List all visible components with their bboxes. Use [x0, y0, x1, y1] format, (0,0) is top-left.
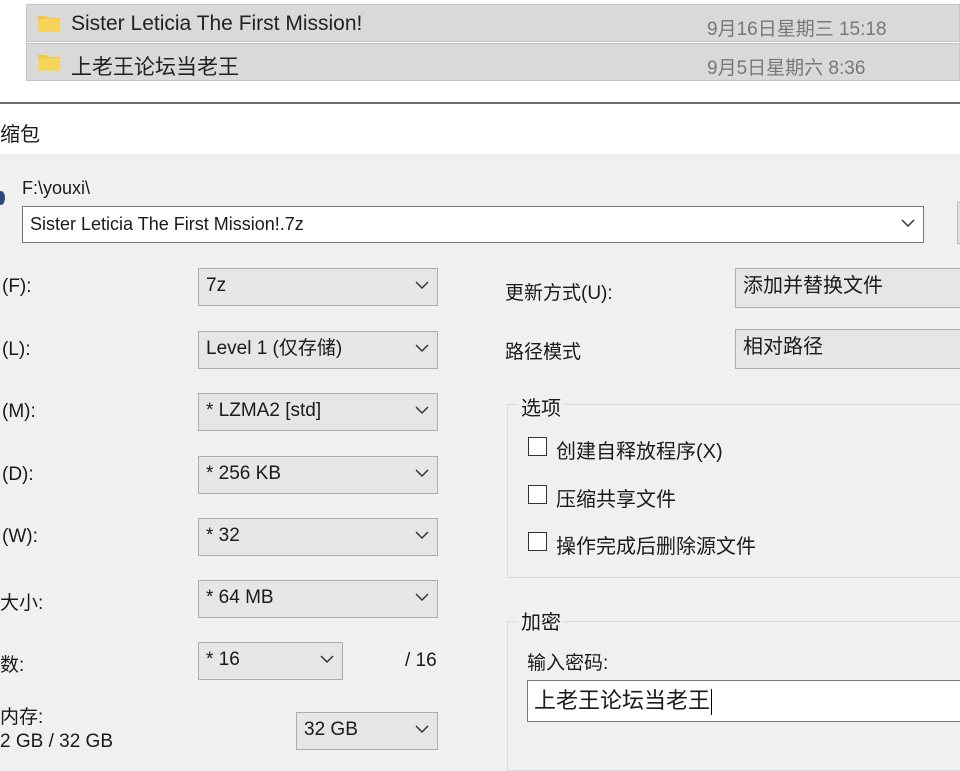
- chevron-down-icon[interactable]: [901, 219, 915, 228]
- file-list-item[interactable]: 上老王论坛当老王 9月5日星期六 8:36: [26, 43, 960, 81]
- folder-icon: [38, 14, 60, 32]
- threads-select[interactable]: * 16: [198, 642, 343, 680]
- text-caret: [711, 689, 713, 716]
- file-list: Sister Leticia The First Mission! 9月16日星…: [0, 0, 960, 102]
- update-mode-value: 添加并替换文件: [743, 275, 883, 297]
- folder-icon: [38, 53, 60, 71]
- dictionary-label: (D):: [2, 464, 34, 485]
- level-value: Level 1 (仅存储): [206, 338, 343, 359]
- format-value: 7z: [206, 275, 227, 296]
- shared-files-option-label: 压缩共享文件: [556, 489, 676, 511]
- memory-select[interactable]: 32 GB: [296, 712, 438, 750]
- chevron-down-icon[interactable]: [415, 406, 429, 415]
- solid-block-label: 大小:: [0, 593, 44, 614]
- chevron-down-icon[interactable]: [320, 655, 334, 664]
- options-group-title: 选项: [518, 392, 564, 421]
- chevron-down-icon[interactable]: [415, 281, 429, 290]
- memory-label: 内存:: [0, 707, 44, 728]
- chevron-down-icon[interactable]: [415, 725, 429, 734]
- method-label: (M):: [2, 401, 36, 422]
- level-select[interactable]: Level 1 (仅存储): [198, 331, 438, 369]
- threads-label: 数:: [0, 655, 25, 676]
- method-select[interactable]: * LZMA2 [std]: [198, 393, 438, 431]
- level-label: (L):: [2, 339, 31, 360]
- word-size-select[interactable]: * 32: [198, 518, 438, 556]
- path-mode-select[interactable]: 相对路径: [735, 329, 960, 369]
- dictionary-value: * 256 KB: [206, 463, 281, 484]
- update-mode-select[interactable]: 添加并替换文件: [735, 268, 960, 308]
- format-select[interactable]: 7z: [198, 268, 438, 306]
- threads-value: * 16: [206, 649, 240, 670]
- password-label: 输入密码:: [527, 653, 609, 674]
- file-name: Sister Leticia The First Mission!: [71, 12, 363, 35]
- chevron-down-icon[interactable]: [415, 344, 429, 353]
- word-size-label: (W):: [2, 526, 38, 547]
- solid-block-value: * 64 MB: [206, 587, 274, 608]
- threads-max: / 16: [405, 650, 437, 671]
- password-input[interactable]: 上老王论坛当老王: [527, 680, 960, 722]
- password-value: 上老王论坛当老王: [534, 688, 711, 713]
- path-mode-value: 相对路径: [743, 336, 823, 358]
- memory-usage: 2 GB / 32 GB: [0, 731, 113, 752]
- chevron-down-icon[interactable]: [415, 469, 429, 478]
- method-value: * LZMA2 [std]: [206, 400, 322, 421]
- archive-name-value: Sister Leticia The First Mission!.7z: [30, 214, 304, 234]
- archive-path-label: F:\youxi\: [22, 178, 91, 198]
- delete-after-option-label: 操作完成后删除源文件: [556, 536, 756, 558]
- path-mode-label: 路径模式: [505, 342, 582, 363]
- file-date: 9月16日星期三 15:18: [707, 19, 887, 40]
- format-label: (F):: [2, 276, 32, 297]
- file-name: 上老王论坛当老王: [71, 56, 239, 79]
- compress-dialog: F:\youxi\ Sister Leticia The First Missi…: [0, 154, 960, 771]
- file-list-item[interactable]: Sister Leticia The First Mission! 9月16日星…: [26, 4, 960, 42]
- shared-files-checkbox[interactable]: [528, 485, 547, 504]
- dialog-title: 缩包: [0, 124, 40, 146]
- dialog-edge-icon: [0, 191, 5, 205]
- delete-after-checkbox[interactable]: [528, 532, 547, 551]
- chevron-down-icon[interactable]: [415, 531, 429, 540]
- sfx-checkbox[interactable]: [528, 437, 547, 456]
- word-size-value: * 32: [206, 525, 240, 546]
- update-mode-label: 更新方式(U):: [505, 283, 613, 304]
- archive-name-combo[interactable]: Sister Leticia The First Mission!.7z: [22, 206, 924, 243]
- sfx-option-label: 创建自释放程序(X): [556, 441, 723, 463]
- dictionary-select[interactable]: * 256 KB: [198, 456, 438, 494]
- dialog-title-bar[interactable]: 缩包: [0, 104, 960, 154]
- file-date: 9月5日星期六 8:36: [707, 58, 866, 79]
- encryption-group-title: 加密: [518, 606, 564, 635]
- solid-block-select[interactable]: * 64 MB: [198, 580, 438, 618]
- chevron-down-icon[interactable]: [415, 593, 429, 602]
- memory-value: 32 GB: [304, 719, 358, 740]
